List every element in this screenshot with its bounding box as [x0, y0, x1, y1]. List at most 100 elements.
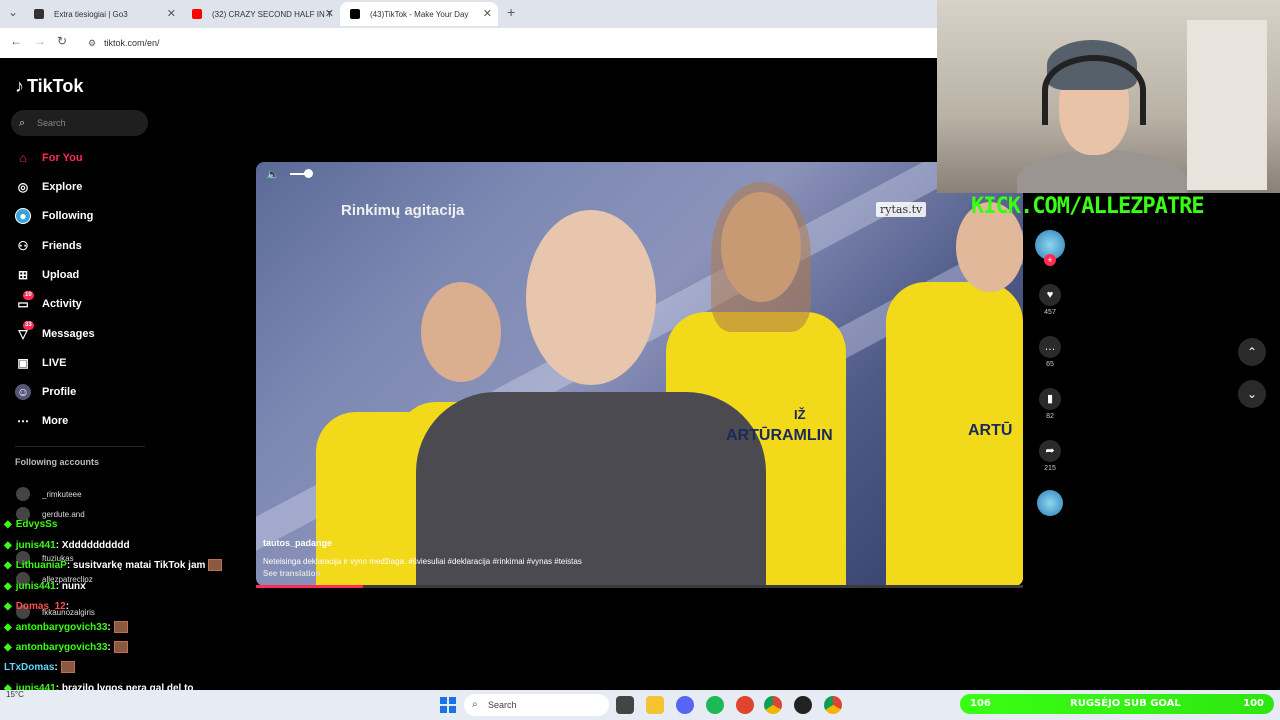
- comment-button[interactable]: … 65: [1034, 336, 1066, 368]
- tiktok-note-icon: ♪: [15, 76, 24, 96]
- avatar: [16, 487, 30, 501]
- video-progress-bar[interactable]: [256, 585, 1023, 588]
- url-field[interactable]: ⚙ tiktok.com/en/: [80, 33, 930, 53]
- search-input[interactable]: ⌕ Search: [11, 110, 148, 136]
- chrome-icon[interactable]: [824, 696, 842, 714]
- volume-icon[interactable]: 🔈: [266, 168, 280, 181]
- emote-icon: [208, 559, 223, 572]
- close-tab-icon[interactable]: ✕: [167, 7, 176, 20]
- comment-icon: …: [1039, 336, 1061, 358]
- video-author[interactable]: tautos_padange: [263, 538, 332, 548]
- more-icon: ⋯: [17, 414, 29, 428]
- tiktok-favicon-icon: [350, 9, 360, 19]
- video-description: Neteisinga deklaracija ir vyno medžiaga.…: [263, 557, 582, 566]
- sub-goal-label: RUGSĖJO SUB GOAL: [1070, 698, 1181, 709]
- app-icon[interactable]: [736, 696, 754, 714]
- person-head: [526, 210, 656, 385]
- see-translation-link[interactable]: See translation: [263, 569, 320, 578]
- heart-icon: ♥: [1039, 284, 1061, 306]
- back-icon[interactable]: ←: [10, 34, 22, 48]
- badge-icon: ◆: [4, 581, 12, 592]
- nav-for-you[interactable]: ⌂ For You: [15, 148, 82, 168]
- friends-icon: ⚇: [17, 239, 29, 253]
- activity-badge: 10: [23, 291, 34, 300]
- chat-message: ◆ EdvysSs: [4, 519, 58, 530]
- music-disc-icon: [1037, 490, 1063, 516]
- nav-more[interactable]: ⋯ More: [15, 411, 68, 431]
- browser-tab-youtube[interactable]: (32) CRAZY SECOND HALF IN T ✕: [182, 2, 340, 26]
- follow-plus-icon[interactable]: +: [1044, 254, 1056, 266]
- reload-icon[interactable]: ↻: [57, 34, 67, 48]
- video-player[interactable]: IŽ ARTŪRAMLIN ARTŪ Rinkimų agitacija ryt…: [256, 162, 1023, 586]
- webcam-overlay: [937, 0, 1280, 193]
- activity-icon: ▭ 10: [17, 291, 34, 311]
- new-tab-button[interactable]: +: [507, 4, 515, 20]
- sub-goal-target: 100: [1243, 698, 1264, 709]
- nav-upload[interactable]: ⊞ Upload: [15, 265, 79, 285]
- browser-tab-go3[interactable]: Extra tiesiogiai | Go3 ✕: [24, 2, 182, 26]
- forward-icon[interactable]: →: [34, 34, 46, 48]
- obs-icon[interactable]: [794, 696, 812, 714]
- nav-activity[interactable]: ▭ 10 Activity: [15, 291, 82, 314]
- file-explorer-icon[interactable]: [646, 696, 664, 714]
- share-button[interactable]: ➦ 215: [1034, 440, 1066, 472]
- previous-video-button[interactable]: ⌃: [1238, 338, 1266, 366]
- shirt-text: ARTŪ: [968, 422, 1013, 439]
- following-icon: ●: [15, 208, 31, 224]
- nav-explore[interactable]: ◎ Explore: [15, 177, 83, 197]
- share-count: 215: [1044, 465, 1056, 472]
- save-button[interactable]: ▮ 82: [1034, 388, 1066, 420]
- nav-friends[interactable]: ⚇ Friends: [15, 236, 82, 256]
- volume-slider-knob[interactable]: [304, 169, 313, 178]
- emote-icon: [113, 621, 128, 634]
- spotify-icon[interactable]: [706, 696, 724, 714]
- taskbar-search[interactable]: ⌕ Search: [464, 694, 609, 716]
- like-button[interactable]: ♥ 457: [1034, 284, 1066, 316]
- nav-following[interactable]: ● Following: [15, 206, 93, 226]
- kick-channel-banner: KICK.COM/ALLEZPATRE: [971, 194, 1205, 219]
- close-tab-icon[interactable]: ✕: [483, 7, 492, 20]
- upload-icon: ⊞: [17, 268, 29, 282]
- emote-icon: [60, 661, 75, 674]
- youtube-favicon-icon: [192, 9, 202, 19]
- discord-icon[interactable]: [676, 696, 694, 714]
- tiktok-logo[interactable]: ♪ TikTok: [15, 76, 83, 97]
- badge-icon: ◆: [4, 622, 12, 633]
- badge-icon: ◆: [4, 540, 12, 551]
- background-door: [1187, 20, 1267, 190]
- nav-messages[interactable]: ▽ 33 Messages: [15, 321, 95, 344]
- site-info-icon[interactable]: ⚙: [88, 33, 96, 53]
- profile-icon: ☺: [15, 384, 31, 400]
- nav-profile[interactable]: ☺ Profile: [15, 382, 76, 402]
- streamer-body: [1017, 150, 1187, 193]
- nav-live[interactable]: ▣ LIVE: [15, 353, 66, 373]
- weather-widget[interactable]: 15°C: [6, 690, 24, 699]
- chat-message: ◆ Domas_12:: [4, 601, 70, 612]
- task-view-icon[interactable]: [616, 696, 634, 714]
- browser-window: ⌄ Extra tiesiogiai | Go3 ✕ (32) CRAZY SE…: [0, 0, 937, 58]
- person-hair: [711, 182, 811, 332]
- like-count: 457: [1044, 309, 1056, 316]
- chat-message: ◆ junis441: Xdddddddddd: [4, 540, 130, 551]
- badge-icon: ◆: [4, 560, 12, 571]
- music-disc[interactable]: [1034, 490, 1066, 516]
- following-account[interactable]: _rimkuteee: [16, 485, 82, 503]
- share-icon: ➦: [1039, 440, 1061, 462]
- windows-start-icon[interactable]: [440, 697, 456, 713]
- chat-message: ◆ LithuaniaP: susitvarkę matai TikTok jam: [4, 558, 223, 574]
- chat-message: ◆ antonbarygovich33:: [4, 640, 128, 656]
- tab-list-icon[interactable]: ⌄: [8, 5, 18, 19]
- creator-avatar[interactable]: +: [1034, 230, 1066, 266]
- messages-icon: ▽ 33: [18, 321, 34, 341]
- close-tab-icon[interactable]: ✕: [325, 7, 334, 20]
- shirt-text: IŽ: [794, 407, 806, 422]
- channel-watermark: rytas.tv: [876, 202, 927, 217]
- headset-icon: [1042, 55, 1146, 125]
- shirt-text: ARTŪRAMLIN: [726, 427, 833, 444]
- chat-message: ◆ antonbarygovich33:: [4, 620, 128, 636]
- search-icon: ⌕: [19, 117, 26, 129]
- next-video-button[interactable]: ⌄: [1238, 380, 1266, 408]
- messages-badge: 33: [23, 321, 34, 330]
- browser-tab-tiktok[interactable]: (43)TikTok - Make Your Day ✕: [340, 2, 498, 26]
- chrome-icon[interactable]: [764, 696, 782, 714]
